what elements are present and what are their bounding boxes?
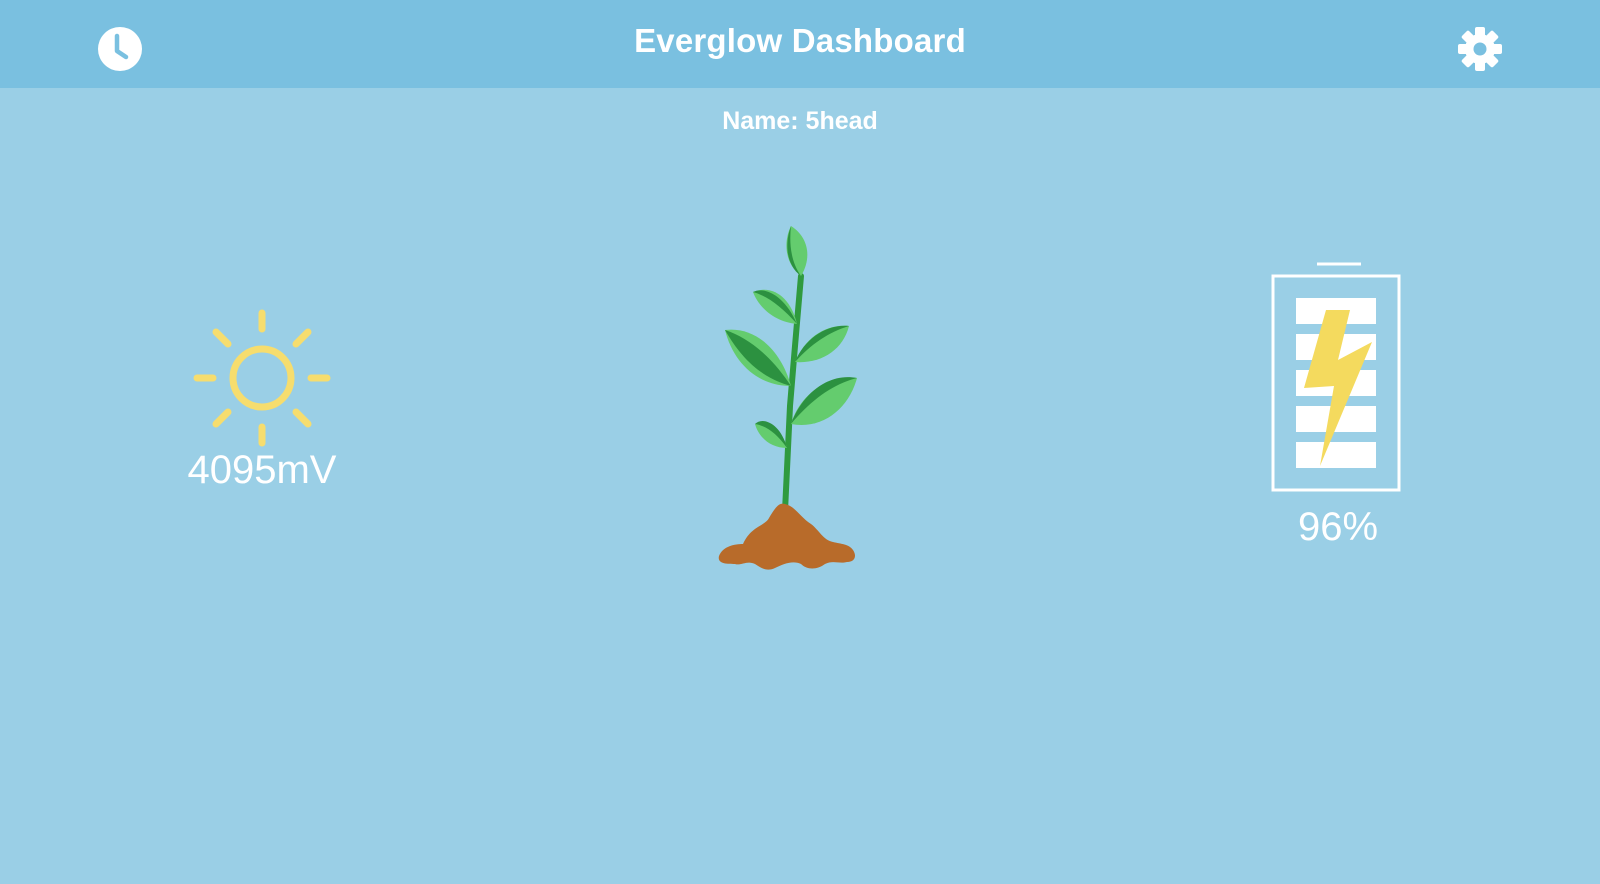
battery-segment bbox=[1296, 442, 1376, 468]
app-header: Everglow Dashboard bbox=[0, 0, 1600, 88]
sun-icon bbox=[193, 309, 331, 447]
solar-voltage: 4095mV bbox=[187, 448, 337, 492]
battery-percent: 96% bbox=[1297, 505, 1379, 549]
gear-icon bbox=[1458, 27, 1502, 71]
device-name: Name: 5head bbox=[722, 107, 878, 135]
plant-icon bbox=[718, 226, 857, 570]
battery-charging-icon bbox=[1271, 262, 1401, 492]
page-title: Everglow Dashboard bbox=[634, 22, 966, 59]
settings-button[interactable] bbox=[1457, 26, 1503, 72]
